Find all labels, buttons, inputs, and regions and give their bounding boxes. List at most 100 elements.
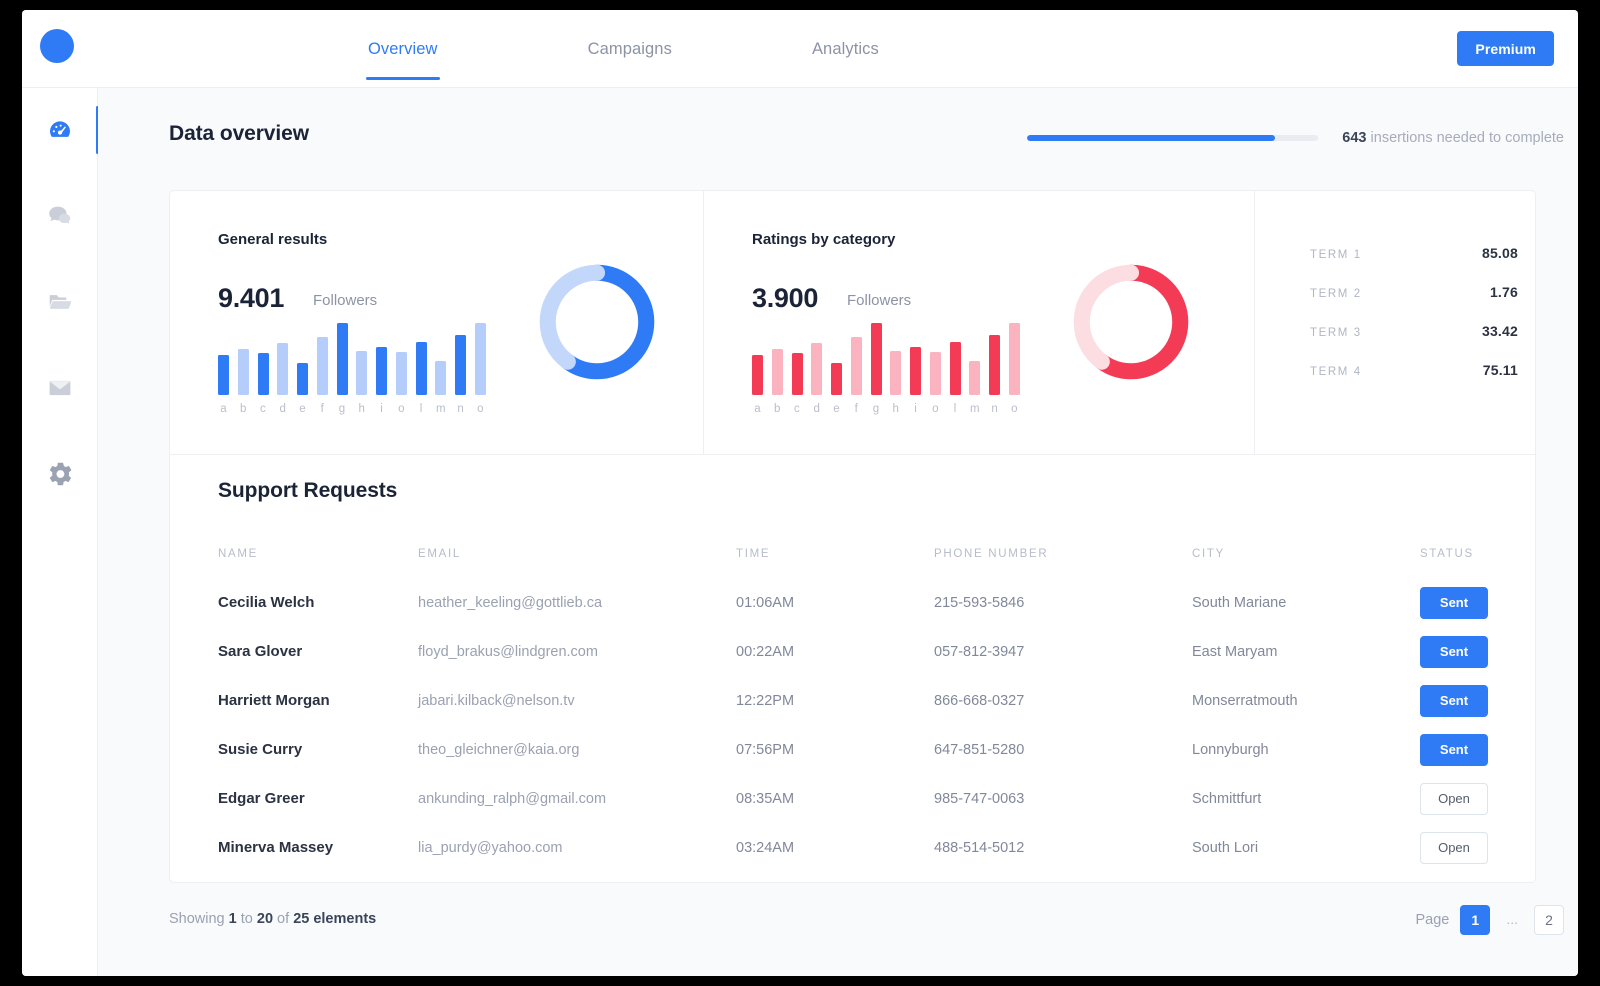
cell-phone: 215-593-5846 bbox=[934, 594, 1025, 611]
cell-name: Cecilia Welch bbox=[218, 594, 315, 611]
followers-label: Followers bbox=[313, 292, 378, 309]
bar bbox=[277, 343, 289, 395]
chat-icon bbox=[49, 206, 71, 224]
term-value: 75.11 bbox=[1482, 362, 1518, 378]
page-button[interactable]: 1 bbox=[1460, 905, 1491, 935]
table-row[interactable]: Minerva Massey lia_purdy@yahoo.com 03:24AM… bbox=[218, 823, 1493, 872]
column-header-status: STATUS bbox=[1420, 547, 1474, 560]
sidebar-item-files[interactable] bbox=[22, 274, 98, 330]
bar-label: a bbox=[754, 403, 761, 415]
nav-tabs: Overview Campaigns Analytics bbox=[352, 10, 895, 88]
status-badge[interactable]: Sent bbox=[1420, 733, 1488, 766]
general-results-panel: General results 9.401 Followers ab c de f gh… bbox=[218, 191, 703, 454]
bar bbox=[336, 323, 348, 395]
cell-time: 01:06AM bbox=[736, 594, 795, 611]
panel-divider bbox=[703, 191, 704, 454]
cell-status: Sent bbox=[1420, 586, 1493, 619]
showing-of: of bbox=[273, 911, 294, 927]
bar-chart-labels: ab c de f gh i o l mn o bbox=[752, 403, 1020, 415]
page-button[interactable]: 2 bbox=[1534, 905, 1564, 935]
tab-campaigns[interactable]: Campaigns bbox=[572, 10, 688, 88]
bar bbox=[218, 355, 229, 395]
column-header-time: TIME bbox=[736, 547, 771, 560]
support-requests-table: NAME EMAIL TIME PHONE NUMBER CITY STATUS… bbox=[218, 529, 1493, 872]
bar bbox=[297, 363, 309, 395]
app-window: Overview Campaigns Analytics Premium Dat… bbox=[22, 10, 1578, 976]
sidebar-item-mail[interactable] bbox=[22, 360, 98, 416]
cell-name: Minerva Massey bbox=[218, 839, 334, 856]
main-content: Data overview 643 insertions needed to c… bbox=[98, 88, 1578, 976]
bar bbox=[929, 352, 941, 395]
bar-label: m bbox=[970, 403, 980, 415]
bar bbox=[870, 323, 882, 395]
cell-phone: 985-747-0063 bbox=[934, 790, 1025, 807]
status-badge[interactable]: Open bbox=[1420, 782, 1488, 815]
sidebar-item-messages[interactable] bbox=[22, 188, 98, 244]
chart-title: General results bbox=[218, 231, 328, 248]
bar-label: b bbox=[773, 403, 781, 415]
progress-label: 643 insertions needed to complete bbox=[1342, 130, 1564, 146]
bar bbox=[316, 337, 328, 395]
page-buttons: 1... 2 bbox=[1460, 905, 1564, 935]
status-badge[interactable]: Sent bbox=[1420, 586, 1488, 619]
cell-phone: 057-812-3947 bbox=[934, 643, 1025, 660]
cell-time: 07:56PM bbox=[736, 741, 795, 758]
bar-label: n bbox=[457, 403, 464, 415]
table-row[interactable]: Cecilia Welch heather_keeling@gottlieb.ca… bbox=[218, 578, 1493, 627]
cell-phone: 866-668-0327 bbox=[934, 692, 1025, 709]
column-header-city: CITY bbox=[1192, 547, 1225, 560]
cell-status: Sent bbox=[1420, 635, 1493, 668]
cell-city: South Lori bbox=[1192, 839, 1259, 856]
progress-bar bbox=[1027, 135, 1319, 141]
bar-label: m bbox=[436, 403, 446, 415]
column-header-name: NAME bbox=[218, 547, 259, 560]
cell-name: Harriett Morgan bbox=[218, 692, 330, 709]
sidebar-item-dashboard[interactable] bbox=[22, 102, 99, 158]
app-logo-icon[interactable] bbox=[40, 29, 74, 63]
charts-row: General results 9.401 Followers abcdefgh… bbox=[170, 191, 1535, 454]
bar bbox=[850, 337, 862, 395]
premium-button[interactable]: Premium bbox=[1457, 31, 1554, 66]
showing-mid: to bbox=[236, 911, 257, 927]
followers-value: 3.900 bbox=[752, 283, 819, 313]
bar-label: o bbox=[932, 403, 939, 415]
sidebar-item-settings[interactable] bbox=[22, 446, 98, 502]
table-row[interactable]: Susie Curry theo_gleichner@kaia.org 07:56P… bbox=[218, 725, 1493, 774]
bar bbox=[910, 347, 922, 395]
showing-label: Showing 1 to 20 of 25 elements bbox=[169, 911, 376, 927]
donut-chart bbox=[539, 264, 655, 380]
table-row[interactable]: Sara Glover floyd_brakus@lindgren.com 00:2… bbox=[218, 627, 1493, 676]
cell-phone: 647-851-5280 bbox=[934, 741, 1025, 758]
followers-value: 9.401 bbox=[218, 283, 285, 313]
mail-icon bbox=[49, 380, 71, 396]
cell-time: 00:22AM bbox=[736, 643, 795, 660]
bar-label: b bbox=[239, 403, 247, 415]
bar bbox=[969, 361, 981, 395]
table-row[interactable]: Harriett Morgan jabari.kilback@nelson.tv 1… bbox=[218, 676, 1493, 725]
table-row[interactable]: Edgar Greer ankunding_ralph@gmail.com 08:3… bbox=[218, 774, 1493, 823]
overview-card: General results 9.401 Followers abcdefgh… bbox=[169, 190, 1536, 883]
column-header-phone: PHONE NUMBER bbox=[934, 547, 1049, 560]
bar bbox=[811, 343, 823, 395]
bar-label: a bbox=[220, 403, 227, 415]
status-badge[interactable]: Sent bbox=[1420, 684, 1488, 717]
bar-label: n bbox=[991, 403, 998, 415]
status-badge[interactable]: Open bbox=[1420, 831, 1488, 864]
cell-city: South Mariane bbox=[1192, 594, 1287, 611]
bar-label: o bbox=[1011, 403, 1018, 415]
term-row: TERM 3 33.42 bbox=[1310, 323, 1518, 339]
section-title: Support Requests bbox=[218, 479, 398, 502]
bar-label: f bbox=[854, 403, 859, 415]
term-label: TERM 4 bbox=[1310, 366, 1362, 378]
table-header-row: NAME EMAIL TIME PHONE NUMBER CITY STATUS bbox=[218, 529, 1493, 578]
bar bbox=[771, 349, 783, 395]
showing-from: 1 bbox=[228, 911, 237, 927]
status-badge[interactable]: Sent bbox=[1420, 635, 1488, 668]
term-label: TERM 3 bbox=[1310, 327, 1362, 339]
cell-email: floyd_brakus@lindgren.com bbox=[418, 643, 598, 660]
tab-overview[interactable]: Overview bbox=[352, 10, 454, 88]
cell-status: Open bbox=[1420, 782, 1493, 815]
dashboard-icon bbox=[50, 121, 70, 137]
tab-analytics[interactable]: Analytics bbox=[796, 10, 895, 88]
cell-time: 12:22PM bbox=[736, 692, 795, 709]
